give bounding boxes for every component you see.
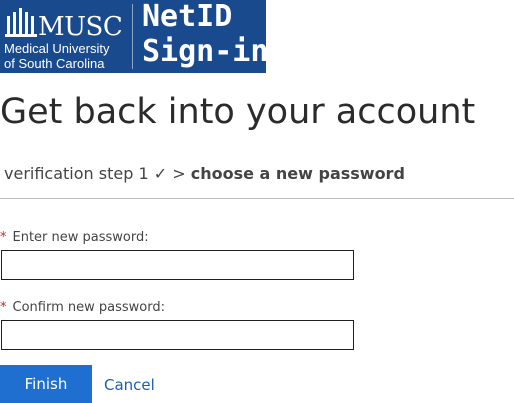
divider — [0, 198, 514, 199]
confirm-password-input[interactable] — [1, 320, 354, 350]
finish-button[interactable]: Finish — [0, 365, 92, 403]
page: MUSC Medical University of South Carolin… — [0, 0, 514, 403]
required-marker: * — [0, 230, 7, 245]
header-banner: MUSC Medical University of South Carolin… — [0, 0, 266, 73]
institution-line-2: of South Carolina — [4, 56, 105, 71]
product-title-line-1: NetID — [142, 0, 233, 34]
step-current: choose a new password — [190, 164, 405, 183]
step-separator: > — [172, 164, 186, 183]
logo-text: MUSC — [38, 12, 123, 42]
banner-divider — [132, 4, 133, 69]
new-password-label: * Enter new password: — [0, 230, 149, 246]
building-columns-icon — [5, 8, 37, 37]
product-title-line-2: Sign-in — [142, 34, 266, 69]
new-password-input[interactable] — [1, 250, 354, 280]
institution-line-1: Medical University — [4, 41, 110, 56]
confirm-password-label: * Confirm new password: — [0, 300, 165, 316]
cancel-link[interactable]: Cancel — [104, 375, 155, 395]
new-password-label-text: Enter new password: — [12, 230, 149, 245]
required-marker: * — [0, 300, 7, 315]
step-completed: verification step 1 ✓ — [4, 164, 168, 183]
step-breadcrumb: verification step 1 ✓ > choose a new pas… — [4, 163, 405, 185]
confirm-password-label-text: Confirm new password: — [12, 300, 165, 315]
page-title: Get back into your account — [0, 92, 476, 132]
